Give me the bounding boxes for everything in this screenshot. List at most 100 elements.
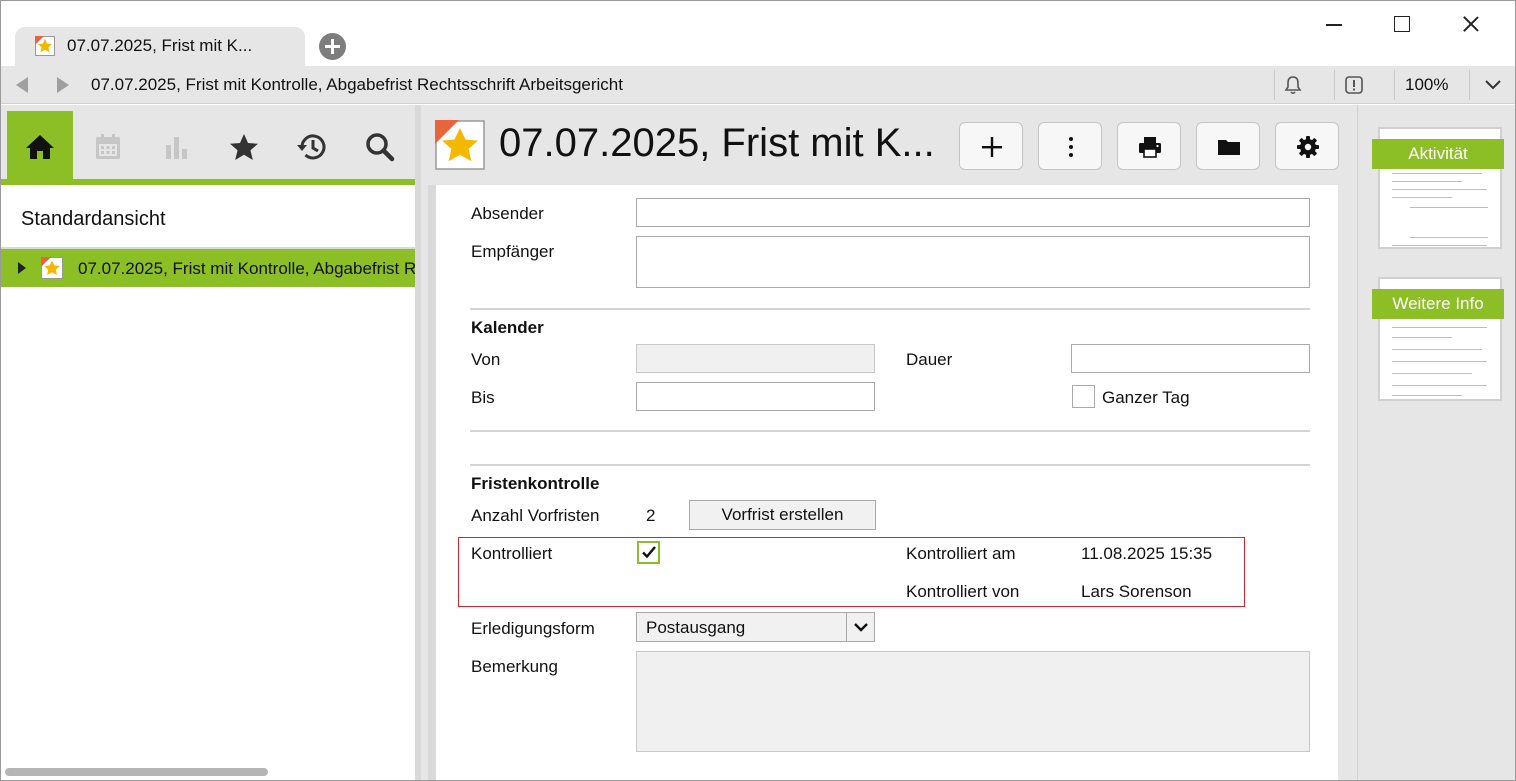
preview-line: [1392, 197, 1452, 198]
zoom-level[interactable]: 100%: [1405, 75, 1448, 95]
preview-line: [1392, 361, 1487, 362]
print-button[interactable]: [1117, 122, 1181, 170]
ganzer-tag-label: Ganzer Tag: [1102, 388, 1190, 407]
preview-line: [1392, 327, 1487, 328]
preview-line: [1392, 245, 1487, 246]
kontrolliert-von-label: Kontrolliert von: [906, 582, 1020, 601]
main-content: 07.07.2025, Frist mit K... Absender Empf…: [421, 105, 1357, 780]
anzahl-vorfristen-label: Anzahl Vorfristen: [471, 506, 600, 525]
printer-icon: [1139, 137, 1161, 158]
minimize-icon[interactable]: [1313, 9, 1353, 39]
kontrolliert-label: Kontrolliert: [471, 544, 553, 563]
back-arrow-icon[interactable]: [16, 77, 28, 93]
add-button[interactable]: [959, 122, 1023, 170]
bis-label: Bis: [471, 388, 495, 407]
divider: [1334, 70, 1335, 100]
search-icon: [366, 133, 395, 162]
plus-icon: [982, 137, 1002, 157]
divider: [1394, 70, 1395, 100]
dauer-input[interactable]: [1071, 344, 1310, 373]
page-title: 07.07.2025, Frist mit K...: [499, 121, 935, 165]
erledigungsform-label: Erledigungsform: [471, 619, 595, 638]
nav-tab-history[interactable]: [279, 111, 345, 179]
checkmark-icon: [642, 546, 656, 559]
bemerkung-textarea[interactable]: [636, 651, 1310, 752]
gear-icon: [1297, 136, 1319, 158]
folder-icon: [1218, 140, 1240, 155]
preview-line: [1392, 337, 1452, 338]
vorfrist-erstellen-button[interactable]: Vorfrist erstellen: [689, 500, 876, 530]
divider: [470, 430, 1310, 432]
title-bar: 07.07.2025, Frist mit K...: [1, 1, 1515, 67]
maximize-icon[interactable]: [1381, 9, 1421, 39]
nav-tab-search[interactable]: [347, 111, 413, 179]
document-tab[interactable]: 07.07.2025, Frist mit K...: [15, 27, 305, 67]
nav-tab-home[interactable]: [7, 111, 73, 179]
preview-line: [1392, 349, 1482, 350]
preview-line: [1392, 173, 1482, 174]
kontrolliert-am-value: 11.08.2025 15:35: [1081, 544, 1213, 563]
app-window: 07.07.2025, Frist mit K... 07.07.2025, F…: [0, 0, 1516, 781]
more-vertical-icon: [1069, 137, 1073, 157]
view-title[interactable]: Standardansicht: [21, 208, 166, 231]
absender-input[interactable]: [636, 198, 1310, 227]
divider: [1274, 70, 1275, 100]
document-form: Absender Empfänger Kalender Von Dauer Bi…: [428, 185, 1338, 780]
empfaenger-label: Empfänger: [471, 242, 555, 261]
preview-line: [1392, 395, 1462, 396]
preview-line: [1392, 373, 1472, 374]
divider: [1469, 70, 1470, 100]
anzahl-vorfristen-value: 2: [646, 506, 656, 525]
folder-button[interactable]: [1196, 122, 1260, 170]
dauer-label: Dauer: [906, 350, 953, 369]
erledigungsform-value: Postausgang: [646, 618, 746, 637]
nav-tab-favorites[interactable]: [211, 111, 277, 179]
divider: [470, 464, 1310, 466]
alert-icon[interactable]: [1344, 75, 1364, 95]
empfaenger-input[interactable]: [636, 236, 1310, 288]
absender-label: Absender: [471, 204, 544, 223]
kontrolliert-von-value: Lars Sorenson: [1081, 582, 1192, 601]
new-tab-plus-icon[interactable]: [319, 33, 346, 60]
forward-arrow-icon[interactable]: [57, 77, 69, 93]
dropdown-toggle[interactable]: [846, 613, 874, 641]
preview-line: [1392, 189, 1487, 190]
erledigungsform-select[interactable]: Postausgang: [636, 612, 875, 642]
chart-icon: [166, 137, 187, 159]
expand-arrow-icon[interactable]: [18, 262, 26, 274]
ganzer-tag-checkbox[interactable]: [1072, 385, 1095, 408]
kalender-heading: Kalender: [471, 318, 544, 337]
horizontal-scrollbar[interactable]: [5, 768, 268, 776]
preview-line: [1392, 385, 1487, 386]
tree-item-document[interactable]: 07.07.2025, Frist mit Kontrolle, Abgabef…: [1, 249, 610, 287]
bis-input[interactable]: [636, 382, 875, 411]
chevron-down-icon[interactable]: [1483, 76, 1503, 94]
von-label: Von: [471, 350, 501, 369]
address-bar: 07.07.2025, Frist mit Kontrolle, Abgabef…: [1, 66, 1515, 104]
star-document-icon: [41, 257, 63, 279]
star-icon: [230, 134, 258, 160]
preview-line: [1392, 181, 1462, 182]
von-input[interactable]: [636, 344, 875, 373]
star-document-icon: [435, 120, 485, 170]
thumbnail-label-aktivitaet[interactable]: Aktivität: [1372, 139, 1504, 169]
nav-tab-calendar[interactable]: [75, 111, 141, 179]
thumbnail-label-weitere-info[interactable]: Weitere Info: [1372, 289, 1504, 319]
kontrolliert-am-label: Kontrolliert am: [906, 544, 1016, 563]
nav-tab-statistics[interactable]: [143, 111, 209, 179]
left-panel: Standardansicht 07.07.2025, Frist mit Ko…: [1, 105, 610, 780]
right-panel: Aktivität Weitere Info: [1357, 105, 1515, 780]
tab-title: 07.07.2025, Frist mit K...: [67, 36, 253, 55]
close-icon[interactable]: [1451, 9, 1491, 39]
chevron-down-icon: [854, 623, 868, 632]
settings-button[interactable]: [1275, 122, 1339, 170]
divider: [470, 308, 1310, 310]
star-document-icon: [35, 36, 55, 56]
more-button[interactable]: [1038, 122, 1102, 170]
address-title: 07.07.2025, Frist mit Kontrolle, Abgabef…: [91, 75, 623, 94]
bemerkung-label: Bemerkung: [471, 657, 558, 676]
home-icon: [26, 135, 54, 159]
bell-icon[interactable]: [1283, 75, 1303, 95]
kontrolliert-checkbox[interactable]: [637, 541, 660, 564]
sidebar-nav: [1, 105, 415, 185]
